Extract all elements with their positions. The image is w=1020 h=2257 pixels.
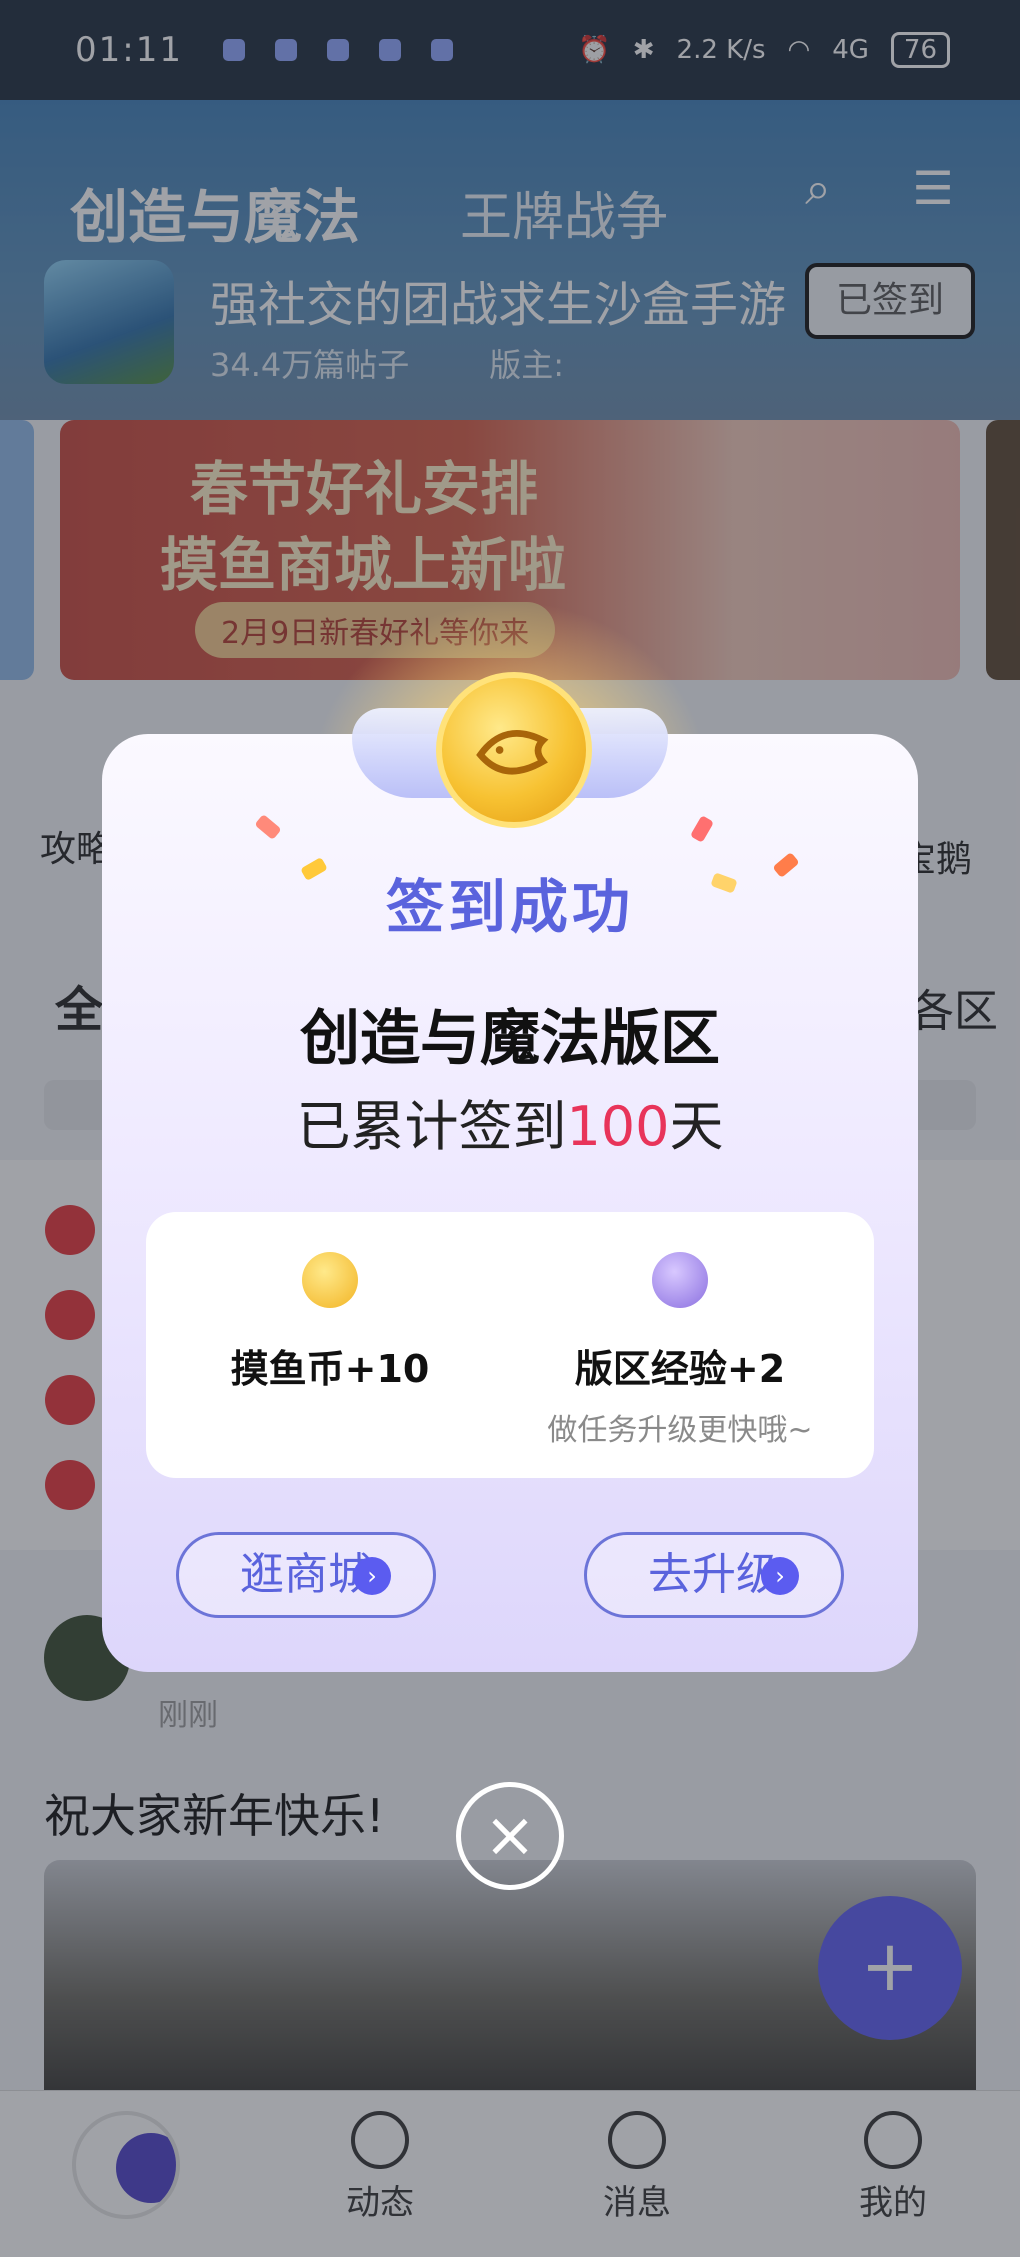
reward-experience-hint: 做任务升级更快哦~: [547, 1413, 813, 1448]
experience-badge-icon: [652, 1252, 708, 1308]
zone-name: 创造与魔法版区: [300, 1004, 720, 1074]
reward-experience-label: 版区经验+2: [574, 1347, 786, 1391]
close-icon[interactable]: ×: [456, 1782, 564, 1890]
reward-coins: 摸鱼币+10: [180, 1252, 480, 1393]
streak-days: 100: [566, 1095, 670, 1158]
streak-text: 已累计签到100天: [0, 1082, 1020, 1161]
reward-coins-label: 摸鱼币+10: [230, 1347, 430, 1391]
go-shop-button[interactable]: 逛商城 ›: [176, 1532, 436, 1618]
chevron-right-icon: ›: [353, 1557, 391, 1595]
fish-coin-icon: [302, 1252, 358, 1308]
go-upgrade-button[interactable]: 去升级 ›: [584, 1532, 844, 1618]
fish-coin-icon: [436, 672, 592, 828]
chevron-right-icon: ›: [761, 1557, 799, 1595]
reward-experience: 版区经验+2 做任务升级更快哦~: [530, 1252, 830, 1449]
streak-prefix: 已累计签到: [296, 1095, 567, 1158]
fish-icon: [476, 730, 549, 775]
streak-suffix: 天: [669, 1095, 724, 1158]
reward-card: 摸鱼币+10 版区经验+2 做任务升级更快哦~: [146, 1212, 874, 1478]
dialog-title: 签到成功: [385, 873, 634, 941]
